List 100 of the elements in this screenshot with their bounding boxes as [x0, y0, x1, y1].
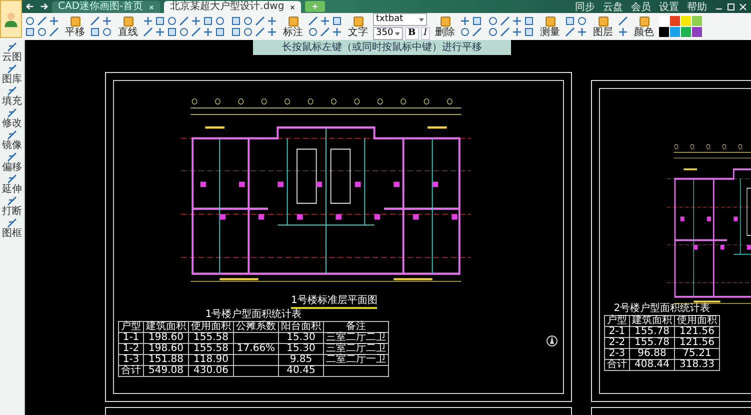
color-swatch[interactable] [670, 16, 680, 26]
menu-link[interactable]: 同步 [575, 0, 595, 14]
square-icon[interactable] [565, 16, 576, 26]
side-tool-button[interactable]: 镜像 [2, 130, 22, 151]
cross-icon[interactable] [577, 27, 588, 37]
circle-icon[interactable] [215, 16, 225, 26]
cross-icon[interactable] [512, 27, 522, 37]
user-avatar[interactable] [0, 0, 22, 38]
square-icon[interactable] [231, 27, 241, 37]
color-swatch[interactable] [659, 27, 670, 37]
square-icon[interactable] [70, 16, 80, 26]
color-swatch[interactable] [681, 16, 692, 26]
cross-icon[interactable] [267, 16, 277, 26]
square-icon[interactable] [598, 16, 609, 26]
font-dropdown[interactable]: txtbat [373, 13, 427, 26]
tool-button[interactable]: 删除 [435, 16, 456, 38]
bold-button[interactable]: B [405, 27, 419, 40]
square-icon[interactable] [122, 16, 134, 26]
line-icon[interactable] [472, 27, 482, 37]
tool-button[interactable]: 标注 [283, 16, 303, 38]
square-icon[interactable] [288, 16, 298, 26]
line-icon[interactable] [500, 27, 510, 37]
circle-icon[interactable] [167, 16, 177, 26]
menu-link[interactable]: 会员 [631, 0, 651, 14]
cross-icon[interactable] [143, 16, 153, 26]
circle-icon[interactable] [460, 27, 470, 37]
circle-icon[interactable] [102, 27, 112, 37]
italic-button[interactable]: I [420, 27, 430, 40]
square-icon[interactable] [638, 16, 650, 26]
tool-button[interactable]: 测量 [540, 16, 560, 38]
tool-button[interactable]: 平移 [65, 16, 85, 38]
line-icon[interactable] [191, 27, 201, 37]
circle-icon[interactable] [577, 16, 588, 26]
circle-icon[interactable] [25, 16, 35, 26]
line-icon[interactable] [37, 16, 47, 26]
line-icon[interactable] [320, 27, 330, 37]
cross-icon[interactable] [267, 27, 277, 37]
side-tool-button[interactable]: 打断 [2, 196, 22, 217]
side-tool-button[interactable]: 云图 [2, 42, 22, 63]
document-tab[interactable]: CAD迷你画图-首页 [52, 1, 160, 13]
square-icon[interactable] [544, 16, 556, 26]
square-icon[interactable] [524, 27, 534, 37]
square-icon[interactable] [90, 27, 100, 37]
circle-icon[interactable] [308, 27, 318, 37]
cross-icon[interactable] [512, 16, 522, 26]
cross-icon[interactable] [102, 16, 112, 26]
menu-link[interactable]: 设置 [659, 0, 679, 14]
square-icon[interactable] [472, 16, 482, 26]
circle-icon[interactable] [243, 27, 253, 37]
side-tool-button[interactable]: 修改 [2, 108, 22, 129]
drawing-canvas[interactable] [25, 40, 751, 415]
cross-icon[interactable] [49, 16, 59, 26]
color-swatch[interactable] [692, 16, 702, 26]
line-icon[interactable] [90, 16, 100, 26]
circle-icon[interactable] [488, 16, 498, 26]
circle-icon[interactable] [37, 27, 47, 37]
side-tool-button[interactable]: 偏移 [2, 152, 22, 173]
square-icon[interactable] [440, 16, 451, 26]
line-icon[interactable] [179, 16, 189, 26]
maximize-icon[interactable] [727, 2, 735, 10]
line-icon[interactable] [255, 16, 265, 26]
side-tool-button[interactable]: 填充 [2, 86, 22, 107]
cross-icon[interactable] [618, 27, 628, 37]
size-dropdown[interactable]: 350 [373, 27, 403, 40]
menu-link[interactable]: 帮助 [687, 0, 707, 14]
line-icon[interactable] [565, 27, 576, 37]
circle-icon[interactable] [488, 27, 498, 37]
line-icon[interactable] [143, 27, 153, 37]
square-icon[interactable] [25, 27, 35, 37]
document-tab[interactable]: 北京某超大户型设计.dwg [164, 1, 302, 13]
square-icon[interactable] [332, 16, 342, 26]
cross-icon[interactable] [155, 27, 165, 37]
tool-button[interactable]: 文字 [348, 16, 368, 38]
forward-arrow-icon[interactable] [39, 2, 48, 11]
square-icon[interactable] [215, 27, 225, 37]
color-swatch[interactable] [692, 27, 702, 37]
new-tab-button[interactable] [305, 1, 326, 12]
close-icon[interactable] [290, 4, 296, 10]
cross-icon[interactable] [460, 16, 470, 26]
line-icon[interactable] [618, 16, 628, 26]
square-icon[interactable] [231, 16, 241, 26]
menu-link[interactable]: 云盘 [603, 0, 623, 14]
cross-icon[interactable] [320, 16, 330, 26]
color-swatch[interactable] [681, 27, 692, 37]
square-icon[interactable] [167, 27, 177, 37]
cross-icon[interactable] [191, 16, 201, 26]
side-tool-button[interactable]: 延伸 [2, 174, 22, 195]
square-icon[interactable] [524, 16, 534, 26]
cross-icon[interactable] [332, 27, 342, 37]
tool-button[interactable]: 颜色 [634, 16, 654, 38]
square-icon[interactable] [155, 16, 165, 26]
square-icon[interactable] [203, 16, 213, 26]
cross-icon[interactable] [203, 27, 213, 37]
back-arrow-icon[interactable] [26, 2, 35, 11]
line-icon[interactable] [308, 16, 318, 26]
color-swatch[interactable] [659, 16, 670, 26]
line-icon[interactable] [49, 27, 59, 37]
side-tool-button[interactable]: 图库 [2, 64, 22, 85]
line-icon[interactable] [500, 16, 510, 26]
line-icon[interactable] [255, 27, 265, 37]
